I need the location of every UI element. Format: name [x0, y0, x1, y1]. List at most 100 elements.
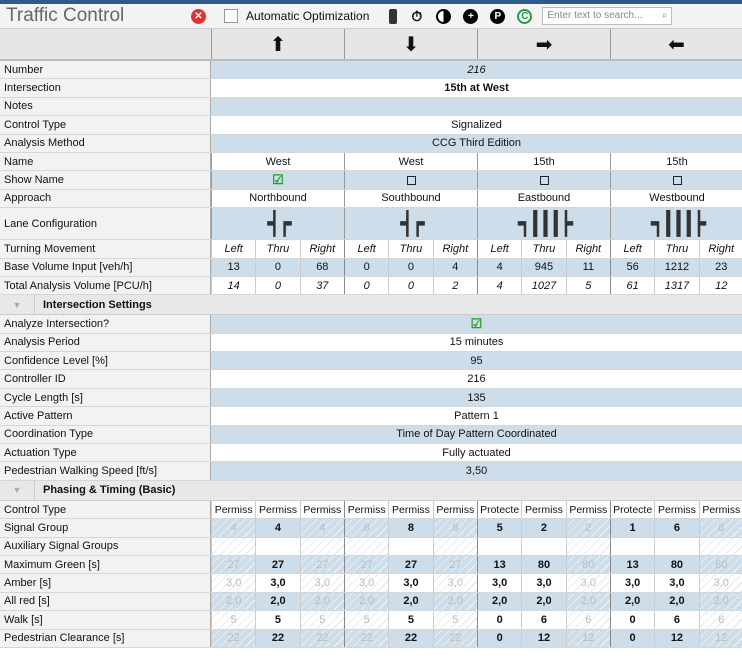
phasing-cell[interactable]: [343, 537, 389, 555]
lane-cell[interactable]: ┥┍: [344, 208, 477, 240]
lane-cell[interactable]: ┥┍: [211, 208, 344, 240]
arrow-left-icon[interactable]: ⬅: [610, 29, 742, 59]
phasing-cell[interactable]: 2,0: [255, 592, 300, 611]
phasing-cell[interactable]: Permiss: [565, 500, 610, 519]
setting-value[interactable]: ☑: [211, 315, 742, 333]
phasing-cell[interactable]: 3,0: [565, 574, 610, 592]
arrow-down-icon[interactable]: ⬇: [344, 29, 477, 59]
phasing-cell[interactable]: 2,0: [211, 592, 256, 611]
phasing-cell[interactable]: 13: [609, 555, 655, 574]
phasing-cell[interactable]: Permiss: [521, 500, 565, 519]
p-icon[interactable]: P: [490, 8, 506, 24]
base-volume-cell[interactable]: 13: [211, 258, 256, 276]
phasing-cell[interactable]: 5: [476, 519, 522, 537]
approach-name[interactable]: 15th: [477, 152, 610, 171]
phasing-cell[interactable]: 22: [211, 629, 256, 647]
show-name-checkbox[interactable]: ☑: [272, 172, 284, 188]
phasing-cell[interactable]: 12: [565, 629, 610, 647]
phasing-cell[interactable]: 3,0: [388, 574, 432, 592]
row-value[interactable]: [211, 97, 742, 116]
show-name-checkbox[interactable]: [539, 175, 549, 185]
phasing-cell[interactable]: [698, 537, 742, 555]
phasing-cell[interactable]: 6: [565, 611, 610, 629]
setting-value[interactable]: Pattern 1: [211, 407, 742, 424]
row-value[interactable]: 216: [211, 61, 742, 79]
phasing-cell[interactable]: 8: [388, 519, 433, 537]
phasing-cell[interactable]: [255, 537, 299, 555]
show-name-checkbox[interactable]: [406, 175, 416, 185]
phasing-cell[interactable]: 3,0: [609, 574, 654, 592]
phasing-cell[interactable]: Protecte: [609, 500, 654, 519]
phasing-cell[interactable]: Permiss: [388, 500, 432, 519]
phasing-cell[interactable]: 22: [255, 629, 300, 647]
phasing-cell[interactable]: [565, 537, 610, 555]
phasing-cell[interactable]: 6: [698, 611, 742, 629]
close-red-icon[interactable]: ✕: [191, 8, 206, 24]
approach-name[interactable]: 15th: [610, 152, 742, 171]
phasing-cell[interactable]: 80: [654, 555, 699, 574]
base-volume-cell[interactable]: 0: [388, 258, 433, 276]
lane-cell[interactable]: ┑┃┃┃┝: [610, 208, 742, 240]
phasing-cell[interactable]: 8: [432, 519, 477, 537]
base-volume-cell[interactable]: 23: [698, 258, 742, 276]
phasing-cell[interactable]: 6: [654, 519, 699, 537]
phasing-cell[interactable]: 6: [698, 519, 742, 537]
phasing-cell[interactable]: [609, 537, 654, 555]
phasing-cell[interactable]: Permiss: [343, 500, 388, 519]
phasing-cell[interactable]: 12: [521, 629, 566, 647]
collapse-triangle-icon[interactable]: ▼: [0, 480, 35, 500]
base-volume-cell[interactable]: 1212: [654, 258, 699, 276]
phasing-cell[interactable]: 5: [343, 611, 389, 629]
base-volume-cell[interactable]: 4: [476, 258, 522, 276]
phasing-cell[interactable]: Permiss: [698, 500, 742, 519]
phasing-cell[interactable]: 0: [476, 611, 521, 629]
phasing-cell[interactable]: Permiss: [654, 500, 698, 519]
phasing-cell[interactable]: 5: [299, 611, 344, 629]
phasing-cell[interactable]: 2,0: [388, 592, 433, 611]
phasing-cell[interactable]: [388, 537, 432, 555]
setting-value[interactable]: 3,50: [211, 462, 742, 480]
phasing-cell[interactable]: 12: [654, 629, 699, 647]
phasing-cell[interactable]: [476, 537, 521, 555]
phasing-cell[interactable]: 2,0: [698, 592, 742, 611]
phasing-cell[interactable]: 80: [521, 555, 566, 574]
signal-icon[interactable]: [389, 8, 398, 24]
phasing-cell[interactable]: 2,0: [299, 592, 344, 611]
phasing-cell[interactable]: 0: [609, 629, 655, 647]
phasing-cell[interactable]: 5: [388, 611, 432, 629]
phasing-cell[interactable]: [432, 537, 477, 555]
phasing-cell[interactable]: 27: [388, 555, 433, 574]
phasing-cell[interactable]: [521, 537, 565, 555]
phasing-cell[interactable]: 0: [476, 629, 522, 647]
base-volume-cell[interactable]: 0: [343, 258, 389, 276]
setting-value[interactable]: Time of Day Pattern Coordinated: [211, 425, 742, 444]
phasing-cell[interactable]: 6: [521, 611, 565, 629]
approach-name[interactable]: West: [211, 152, 344, 171]
base-volume-cell[interactable]: 11: [565, 258, 610, 276]
base-volume-cell[interactable]: 0: [255, 258, 300, 276]
plus-icon[interactable]: +: [463, 8, 479, 24]
arrow-right-icon[interactable]: ➡: [477, 29, 610, 59]
phasing-cell[interactable]: 3,0: [432, 574, 477, 592]
phasing-cell[interactable]: 3,0: [211, 574, 256, 592]
approach-name[interactable]: West: [344, 152, 477, 171]
phasing-cell[interactable]: 5: [255, 611, 299, 629]
phasing-cell[interactable]: 2: [521, 519, 566, 537]
phasing-cell[interactable]: 27: [299, 555, 344, 574]
phasing-cell[interactable]: Protecte: [476, 500, 521, 519]
auto-optimization-checkbox[interactable]: [224, 9, 238, 23]
phasing-cell[interactable]: 3,0: [521, 574, 565, 592]
phasing-cell[interactable]: 5: [432, 611, 477, 629]
phasing-cell[interactable]: 2,0: [343, 592, 389, 611]
phasing-cell[interactable]: 0: [609, 611, 654, 629]
phasing-cell[interactable]: 1: [609, 519, 655, 537]
phasing-cell[interactable]: 80: [698, 555, 742, 574]
pie-icon[interactable]: [436, 8, 452, 24]
phasing-cell[interactable]: 27: [432, 555, 477, 574]
setting-value[interactable]: 216: [211, 370, 742, 387]
phasing-cell[interactable]: Permiss: [299, 500, 344, 519]
section-header[interactable]: ▼ Phasing & Timing (Basic): [0, 480, 742, 501]
phasing-cell[interactable]: 3,0: [476, 574, 521, 592]
phasing-cell[interactable]: 3,0: [654, 574, 698, 592]
phasing-cell[interactable]: 22: [343, 629, 389, 647]
